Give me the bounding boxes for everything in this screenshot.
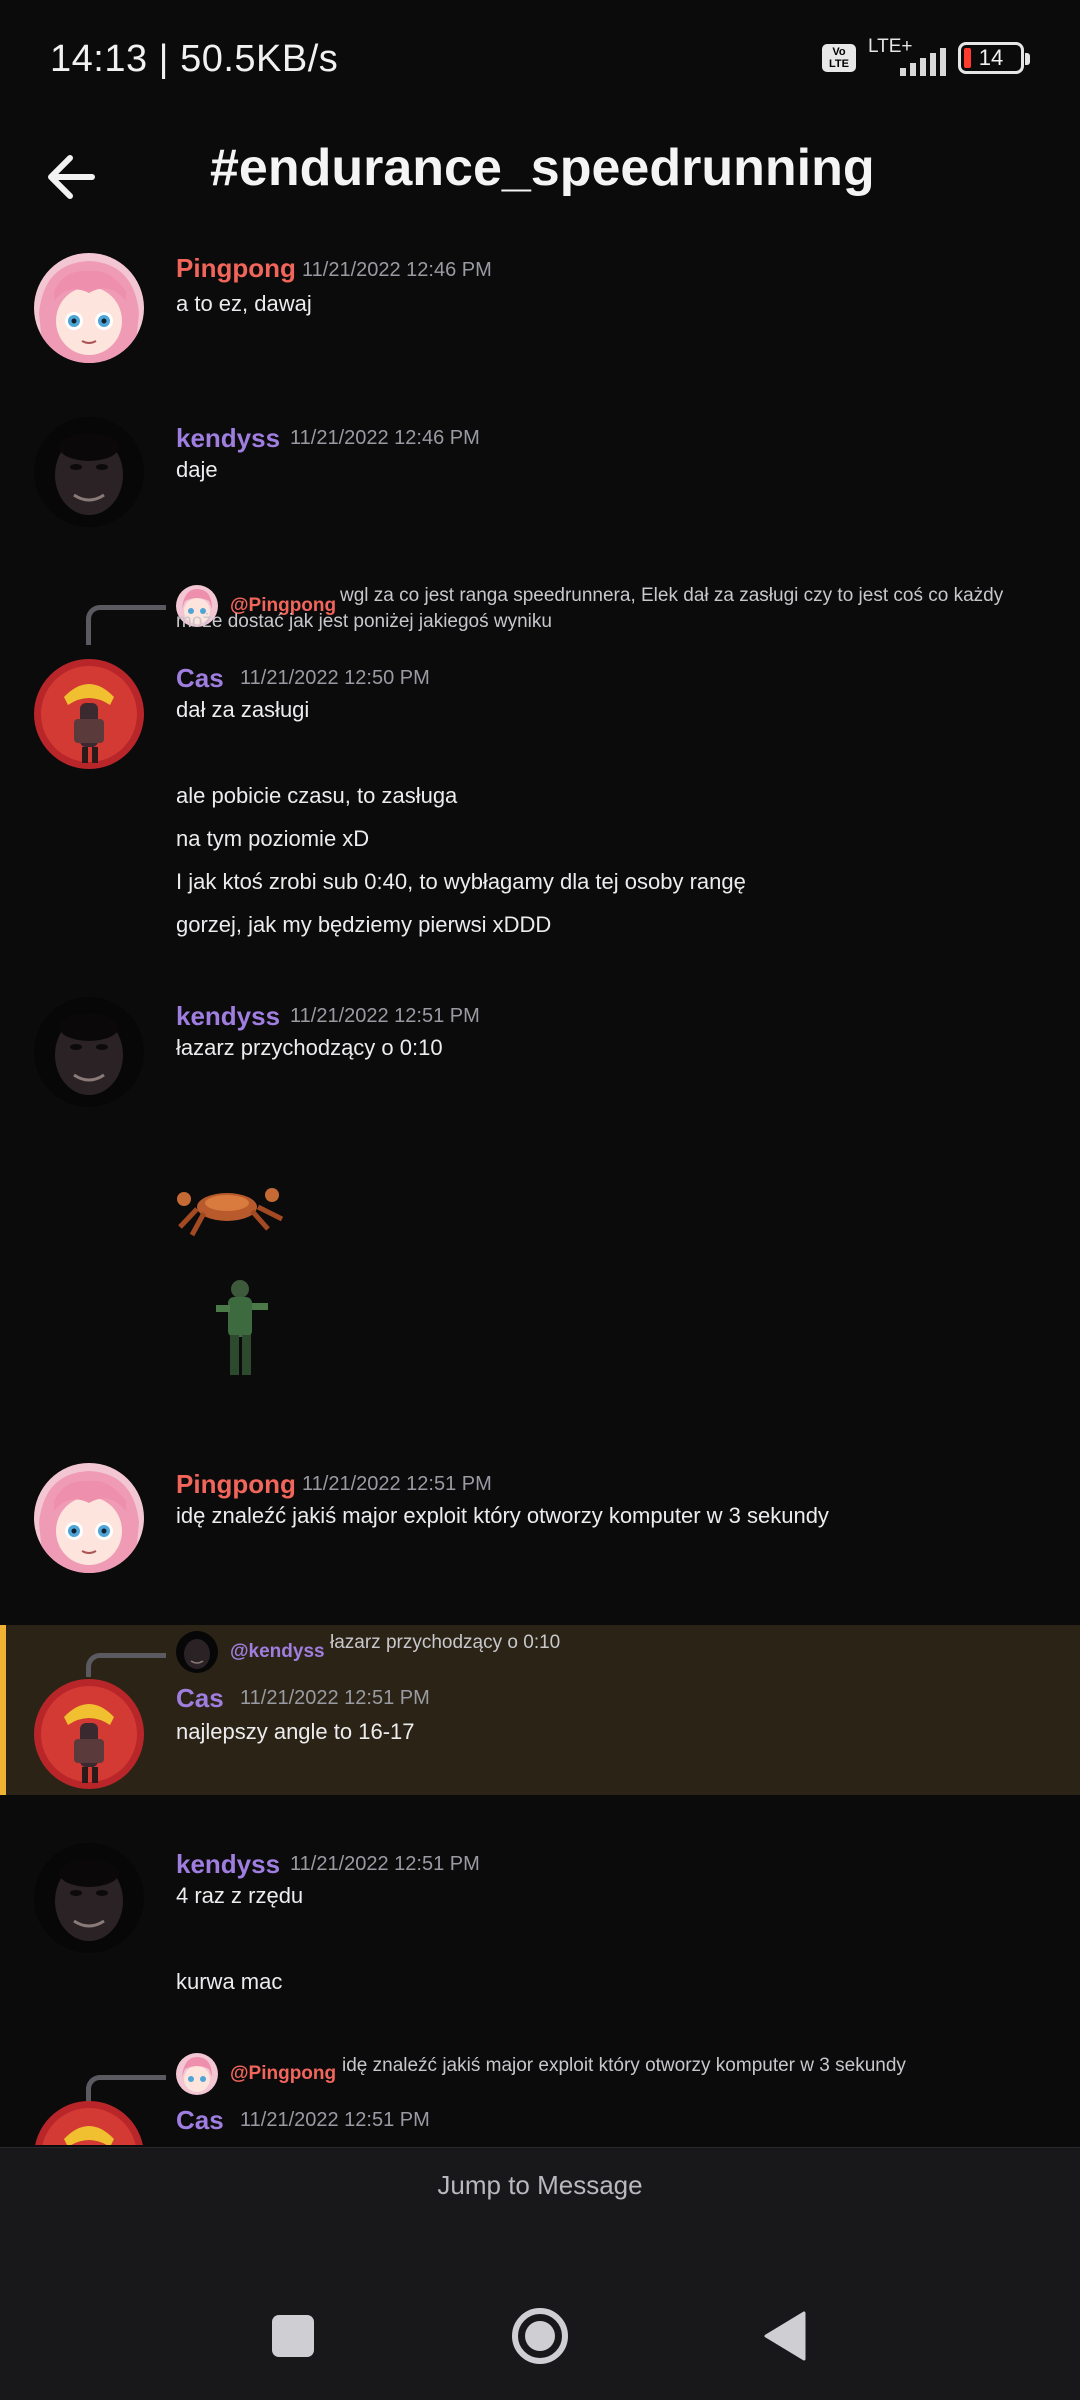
message-text: gorzej, jak my będziemy pierwsi xDDD	[176, 912, 552, 937]
avatar[interactable]	[34, 2101, 144, 2145]
battery-level: 14	[978, 45, 1004, 70]
message-text: ale pobicie czasu, to zasługa	[176, 783, 458, 808]
back-button[interactable]	[36, 142, 106, 212]
jump-to-message-button[interactable]: Jump to Message	[0, 2170, 1080, 2201]
timestamp: 11/21/2022 12:46 PM	[290, 427, 480, 449]
anime-girl-avatar-icon	[34, 253, 144, 363]
reply-preview-text[interactable]: idę znaleźć jakiś major exploit który ot…	[342, 2053, 906, 2079]
message-text: łazarz przychodzący o 0:10	[176, 1035, 443, 1060]
jump-to-message-bar[interactable]: Jump to Message	[0, 2147, 1080, 2229]
message-text: a to ez, dawaj	[176, 291, 312, 316]
crab-sprite-icon[interactable]	[172, 1175, 292, 1245]
message-text: 4 raz z rzędu	[176, 1883, 304, 1908]
dark-face-avatar-icon	[34, 417, 144, 527]
highlight-indicator	[0, 1625, 6, 1795]
recents-button[interactable]	[258, 2301, 328, 2371]
dark-face-avatar-icon	[34, 997, 144, 1107]
avatar[interactable]	[34, 417, 144, 527]
arrow-left-icon	[48, 155, 95, 199]
timestamp: 11/21/2022 12:51 PM	[290, 1005, 480, 1027]
avatar[interactable]	[34, 997, 144, 1107]
red-character-avatar-icon	[34, 2101, 144, 2145]
reply-avatar[interactable]	[176, 2053, 218, 2095]
dark-face-avatar-icon	[34, 1843, 144, 1953]
message-feed[interactable]: Pingpong 11/21/2022 12:46 PM a to ez, da…	[0, 245, 1080, 2145]
timestamp: 11/21/2022 12:51 PM	[290, 1853, 480, 1875]
timestamp: 11/21/2022 12:51 PM	[240, 2109, 430, 2131]
square-icon	[272, 2315, 314, 2357]
avatar[interactable]	[34, 1463, 144, 1573]
timestamp: 11/21/2022 12:51 PM	[240, 1687, 430, 1709]
author-name[interactable]: kendyss	[176, 423, 280, 454]
channel-title: #endurance_speedrunning	[210, 139, 875, 197]
anime-girl-avatar-icon	[34, 1463, 144, 1573]
author-name[interactable]: Cas	[176, 1683, 224, 1714]
message-text: dał za zasługi	[176, 697, 310, 722]
timestamp: 11/21/2022 12:50 PM	[240, 667, 430, 689]
home-button[interactable]	[505, 2301, 575, 2371]
status-time: 14:13 | 50.5KB/s	[50, 38, 339, 80]
reply-avatar[interactable]	[176, 1631, 218, 1673]
circle-icon	[512, 2308, 568, 2364]
reply-connector	[86, 2075, 166, 2105]
avatar[interactable]	[34, 1843, 144, 1953]
author-name[interactable]: kendyss	[176, 1001, 280, 1032]
reply-mention[interactable]: @Pingpong	[230, 2063, 336, 2085]
volte-icon: Vo LTE	[822, 44, 856, 72]
author-name[interactable]: kendyss	[176, 1849, 280, 1880]
avatar[interactable]	[34, 1679, 144, 1789]
message-text: idę znaleźć jakiś major exploit który ot…	[176, 1503, 829, 1528]
avatar[interactable]	[34, 659, 144, 769]
reply-preview-text[interactable]: wgl za co jest ranga speedrunnera, Elek …	[176, 583, 1016, 635]
timestamp: 11/21/2022 12:51 PM	[302, 1473, 492, 1495]
red-character-avatar-icon	[34, 1679, 144, 1789]
author-name[interactable]: Cas	[176, 2105, 224, 2136]
signal-icon: LTE+	[868, 36, 946, 76]
nav-back-button[interactable]	[752, 2301, 822, 2371]
author-name[interactable]: Pingpong	[176, 1469, 296, 1500]
battery-icon: 14	[958, 42, 1030, 74]
red-character-avatar-icon	[34, 659, 144, 769]
author-name[interactable]: Pingpong	[176, 253, 296, 284]
dark-face-avatar-icon	[176, 1631, 218, 1673]
message-text: I jak ktoś zrobi sub 0:40, to wybłagamy …	[176, 869, 746, 894]
status-icons: Vo LTE LTE+ 14	[822, 36, 1030, 76]
message-text: najlepszy angle to 16-17	[176, 1719, 415, 1744]
status-bar: 14:13 | 50.5KB/s Vo LTE LTE+ 14	[0, 0, 1080, 120]
soldier-sprite-icon[interactable]	[200, 1275, 280, 1395]
message-text: daje	[176, 457, 218, 482]
reply-preview-text[interactable]: łazarz przychodzący o 0:10	[330, 1630, 560, 1656]
reply-connector	[86, 605, 166, 645]
triangle-back-icon	[764, 2311, 806, 2361]
avatar[interactable]	[34, 253, 144, 363]
anime-girl-avatar-icon	[176, 2053, 218, 2095]
reply-connector	[86, 1653, 166, 1677]
timestamp: 11/21/2022 12:46 PM	[302, 259, 492, 281]
message-text: kurwa mac	[176, 1969, 283, 1994]
channel-header: #endurance_speedrunning	[0, 120, 1080, 245]
author-name[interactable]: Cas	[176, 663, 224, 694]
reply-mention[interactable]: @kendyss	[230, 1641, 325, 1663]
system-nav-bar	[0, 2229, 1080, 2400]
message-text: na tym poziomie xD	[176, 826, 370, 851]
